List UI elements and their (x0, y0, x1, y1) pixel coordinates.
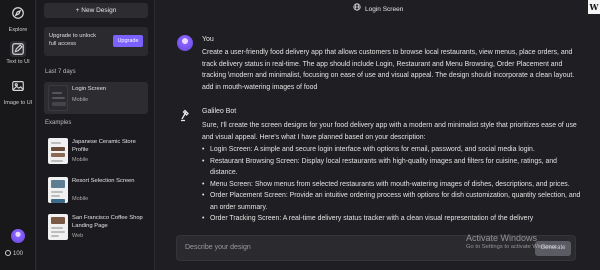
left-rail: Explore Text to UI Image to UI 100 (0, 0, 36, 270)
sidebar: + New Design Upgrade to unlock full acce… (37, 0, 155, 270)
watermark-title: Activate Windows (466, 233, 538, 243)
edit-icon (12, 43, 24, 55)
list-item[interactable]: Resort Selection Screen Mobile (44, 174, 148, 206)
user-message: Create a user-friendly food delivery app… (202, 49, 575, 91)
credits-counter: 100 (5, 250, 23, 257)
upgrade-button[interactable]: Upgrade (113, 35, 143, 47)
page-title-text: Login Screen (365, 6, 404, 13)
image-icon (12, 81, 24, 91)
design-thumbnail (48, 85, 68, 111)
bot-bullet-list: Login Screen: A simple and secure login … (202, 144, 582, 225)
design-type: Mobile (72, 157, 89, 163)
new-design-button[interactable]: + New Design (44, 3, 148, 18)
bot-avatar-icon (181, 109, 189, 122)
activation-watermark: Activate Windows Go to Settings to activ… (466, 233, 558, 250)
rail-text-to-ui[interactable]: Text to UI (0, 41, 36, 65)
user-name: You (202, 36, 214, 43)
design-type: Mobile (72, 97, 89, 103)
design-title: Login Screen (72, 86, 107, 92)
list-item: Login Screen: A simple and secure login … (202, 144, 582, 156)
design-title: Resort Selection Screen (72, 178, 135, 184)
user-avatar (177, 35, 193, 51)
app-logo: W (588, 0, 600, 14)
rail-explore-label: Explore (8, 27, 28, 33)
design-thumbnail (48, 177, 68, 203)
list-item[interactable]: San Francisco Coffee Shop Landing Page W… (44, 211, 148, 243)
avatar[interactable] (11, 229, 25, 243)
watermark-subtitle: Go to Settings to activate Windows. (466, 244, 558, 250)
recent-section-label: Last 7 days (45, 69, 76, 75)
coin-icon (5, 250, 11, 256)
page-title: Login Screen (353, 3, 404, 13)
list-item[interactable]: Login Screen Mobile (44, 82, 148, 114)
upgrade-text: Upgrade to unlock full access (49, 33, 97, 47)
list-item: Order Placement Screen: Provide an intui… (202, 190, 582, 213)
design-type: Mobile (72, 196, 89, 202)
prompt-input[interactable]: Describe your design (185, 244, 251, 251)
list-item[interactable]: Japanese Ceramic Store Profile Mobile (44, 135, 148, 167)
compass-icon (12, 7, 24, 19)
design-type: Web (72, 233, 84, 239)
bot-name: Galileo Bot (202, 108, 237, 115)
design-title: San Francisco Coffee Shop Landing Page (72, 215, 143, 229)
list-item: Menu Screen: Show menus from selected re… (202, 179, 582, 191)
chat-panel: Login Screen W You Create a user-friendl… (156, 0, 600, 270)
rail-explore[interactable]: Explore (0, 6, 36, 33)
design-title: Japanese Ceramic Store Profile (72, 139, 136, 153)
design-thumbnail (48, 138, 68, 164)
globe-icon (353, 3, 361, 11)
rail-image-to-ui[interactable]: Image to UI (0, 79, 36, 106)
list-item: Restaurant Browsing Screen: Display loca… (202, 156, 582, 179)
examples-section-label: Examples (45, 120, 72, 126)
rail-image-to-ui-label: Image to UI (3, 100, 33, 106)
upgrade-card: Upgrade to unlock full access Upgrade (44, 27, 148, 56)
rail-text-to-ui-label: Text to UI (6, 59, 30, 65)
bot-intro: Sure, I'll create the screen designs for… (202, 122, 577, 141)
header: Login Screen W (156, 0, 600, 18)
design-thumbnail (48, 214, 68, 240)
credits-value: 100 (13, 251, 24, 257)
list-item: Order Tracking Screen: A real-time deliv… (202, 213, 582, 225)
